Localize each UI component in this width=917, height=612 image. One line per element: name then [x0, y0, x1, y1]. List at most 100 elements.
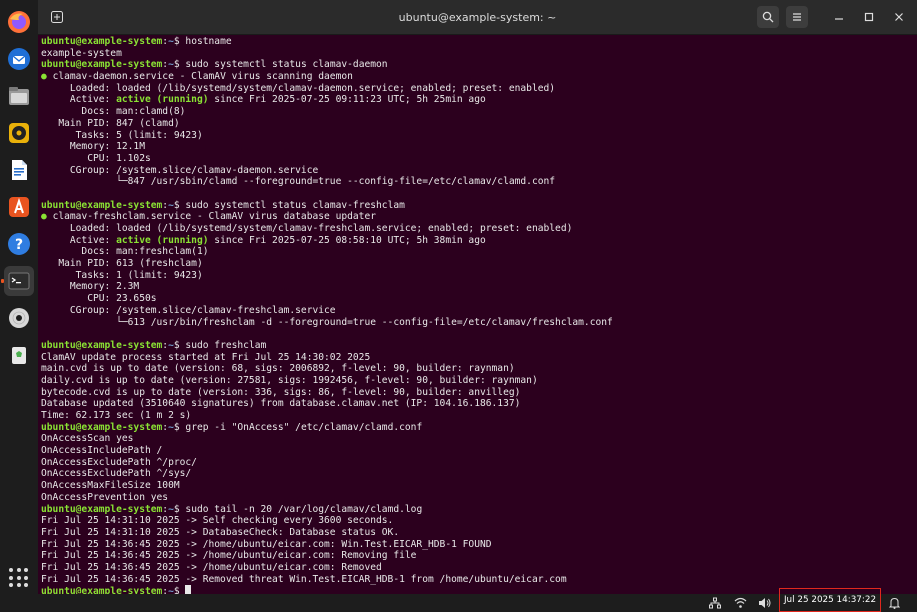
- network-wired-icon[interactable]: [709, 594, 721, 612]
- search-icon: [762, 11, 774, 23]
- terminal-line: CGroup: /system.slice/clamav-freshclam.s…: [41, 305, 913, 317]
- terminal-line: Tasks: 1 (limit: 9423): [41, 270, 913, 282]
- output-text: Main PID: 847 (clamd): [41, 117, 180, 129]
- terminal-line: └─613 /usr/bin/freshclam -d --foreground…: [41, 317, 913, 329]
- command-text: grep -i "OnAccess" /etc/clamav/clamd.con…: [185, 421, 423, 433]
- output-text: └─847 /usr/sbin/clamd --foreground=true …: [41, 176, 556, 188]
- running-indicator: [1, 279, 4, 283]
- app-center-icon[interactable]: [4, 192, 34, 222]
- output-text: Fri Jul 25 14:31:10 2025 -> DatabaseChec…: [41, 526, 400, 538]
- dock: ?: [0, 0, 38, 612]
- prompt-symbol: $: [173, 36, 186, 47]
- new-tab-button[interactable]: [46, 7, 68, 27]
- prompt-user: ubuntu@example-system: [41, 586, 163, 594]
- volume-icon[interactable]: [758, 594, 771, 612]
- terminal-line: Memory: 2.3M: [41, 281, 913, 293]
- title-bar: ubuntu@example-system: ~: [38, 0, 917, 35]
- disc-icon[interactable]: [4, 303, 34, 333]
- command-text: sudo systemctl status clamav-freshclam: [185, 199, 405, 211]
- prompt-symbol: $: [173, 59, 186, 71]
- output-text: OnAccessMaxFileSize 100M: [41, 480, 180, 492]
- output-text: Fri Jul 25 14:36:45 2025 -> /home/ubuntu…: [41, 550, 417, 562]
- terminal-line: Fri Jul 25 14:36:45 2025 -> /home/ubuntu…: [41, 562, 913, 574]
- prompt-symbol: $: [173, 421, 186, 433]
- search-button[interactable]: [757, 6, 779, 28]
- terminal-line: CPU: 1.102s: [41, 153, 913, 165]
- service-state: active (running): [116, 234, 209, 246]
- maximize-icon: [864, 12, 874, 22]
- minimize-button[interactable]: [828, 6, 850, 28]
- terminal-window: ubuntu@example-system: ~ ubuntu@example-…: [38, 0, 917, 594]
- rhythmbox-icon[interactable]: [4, 118, 34, 148]
- output-text: Memory: 12.1M: [41, 141, 145, 153]
- writer-icon[interactable]: [4, 155, 34, 185]
- terminal-output[interactable]: ubuntu@example-system:~$ hostname example…: [41, 36, 913, 594]
- output-text: since Fri 2025-07-25 08:58:10 UTC; 5h 38…: [208, 234, 486, 246]
- status-dot-icon: ●: [41, 211, 53, 223]
- terminal-line: └─847 /usr/sbin/clamd --foreground=true …: [41, 176, 913, 188]
- output-text: CPU: 23.650s: [41, 293, 157, 305]
- output-text: bytecode.cvd is up to date (version: 336…: [41, 386, 521, 398]
- output-text: CGroup: /system.slice/clamav-freshclam.s…: [41, 304, 336, 316]
- output-text: CPU: 1.102s: [41, 152, 151, 164]
- output-text: ClamAV update process started at Fri Jul…: [41, 351, 371, 363]
- svg-text:?: ?: [15, 237, 23, 253]
- service-state: active (running): [116, 94, 209, 106]
- output-text: └─613 /usr/bin/freshclam -d --foreground…: [41, 316, 613, 328]
- terminal-line: OnAccessMaxFileSize 100M: [41, 480, 913, 492]
- command-text: sudo systemctl status clamav-daemon: [185, 59, 388, 71]
- clock[interactable]: Jul 25 2025 14:37:22: [779, 588, 881, 612]
- menu-button[interactable]: [786, 6, 808, 28]
- output-text: Tasks: 5 (limit: 9423): [41, 129, 203, 141]
- service-name: clamav-daemon.service - ClamAV virus sca…: [52, 71, 353, 83]
- output-text: Fri Jul 25 14:36:45 2025 -> /home/ubuntu…: [41, 561, 382, 573]
- close-icon: [895, 13, 903, 21]
- terminal-line: ubuntu@example-system:~$ sudo freshclam: [41, 340, 913, 352]
- output-text: OnAccessIncludePath /: [41, 445, 163, 457]
- prompt-symbol: $: [173, 199, 186, 211]
- help-icon[interactable]: ?: [4, 229, 34, 259]
- new-tab-icon: [51, 11, 63, 23]
- terminal-line: OnAccessIncludePath /: [41, 445, 913, 457]
- output-text: Fri Jul 25 14:36:45 2025 -> /home/ubuntu…: [41, 538, 492, 550]
- close-button[interactable]: [888, 6, 910, 28]
- output-text: Memory: 2.3M: [41, 281, 140, 293]
- output-text: Loaded: loaded (/lib/systemd/system/clam…: [41, 82, 556, 94]
- prompt-symbol: $: [173, 339, 186, 351]
- terminal-line: Fri Jul 25 14:36:45 2025 -> /home/ubuntu…: [41, 539, 913, 551]
- hamburger-icon: [793, 13, 801, 21]
- files-icon[interactable]: [4, 81, 34, 111]
- output-text: Database updated (3510640 signatures) fr…: [41, 398, 521, 410]
- notification-bell-icon[interactable]: [889, 594, 900, 612]
- prompt-user: ubuntu@example-system: [41, 503, 163, 515]
- terminal-line: ubuntu@example-system:~$ sudo systemctl …: [41, 200, 913, 212]
- prompt-symbol: $: [173, 586, 186, 594]
- terminal-line: OnAccessExcludePath ^/sys/: [41, 468, 913, 480]
- terminal-line: ubuntu@example-system:~$ sudo systemctl …: [41, 59, 913, 71]
- maximize-button[interactable]: [858, 6, 880, 28]
- terminal-line: daily.cvd is up to date (version: 27581,…: [41, 375, 913, 387]
- terminal-line: OnAccessExcludePath ^/proc/: [41, 457, 913, 469]
- output-text: example-system: [41, 47, 122, 59]
- service-name: clamav-freshclam.service - ClamAV virus …: [52, 211, 377, 223]
- terminal-line: Main PID: 847 (clamd): [41, 118, 913, 130]
- terminal-line: ● clamav-daemon.service - ClamAV virus s…: [41, 71, 913, 83]
- firefox-icon[interactable]: [4, 7, 34, 37]
- output-text: Loaded: loaded (/lib/systemd/system/clam…: [41, 223, 573, 234]
- terminal-line: ubuntu@example-system:~$ hostname: [41, 36, 913, 48]
- output-text: CGroup: /system.slice/clamav-daemon.serv…: [41, 164, 319, 176]
- show-apps-icon[interactable]: [9, 568, 29, 588]
- minimize-icon: [835, 18, 843, 20]
- output-text: OnAccessPrevention yes: [41, 491, 169, 503]
- terminal-line: Loaded: loaded (/lib/systemd/system/clam…: [41, 223, 913, 235]
- thunderbird-icon[interactable]: [4, 44, 34, 74]
- wifi-icon[interactable]: [734, 594, 747, 612]
- terminal-line: Docs: man:freshclam(1): [41, 246, 913, 258]
- terminal-line: OnAccessPrevention yes: [41, 492, 913, 504]
- terminal-line: Memory: 12.1M: [41, 141, 913, 153]
- terminal-line: Database updated (3510640 signatures) fr…: [41, 398, 913, 410]
- output-text: Fri Jul 25 14:36:45 2025 -> Removed thre…: [41, 573, 567, 585]
- trash-icon[interactable]: [4, 340, 34, 370]
- prompt-user: ubuntu@example-system: [41, 421, 163, 433]
- terminal-icon[interactable]: [1, 266, 34, 296]
